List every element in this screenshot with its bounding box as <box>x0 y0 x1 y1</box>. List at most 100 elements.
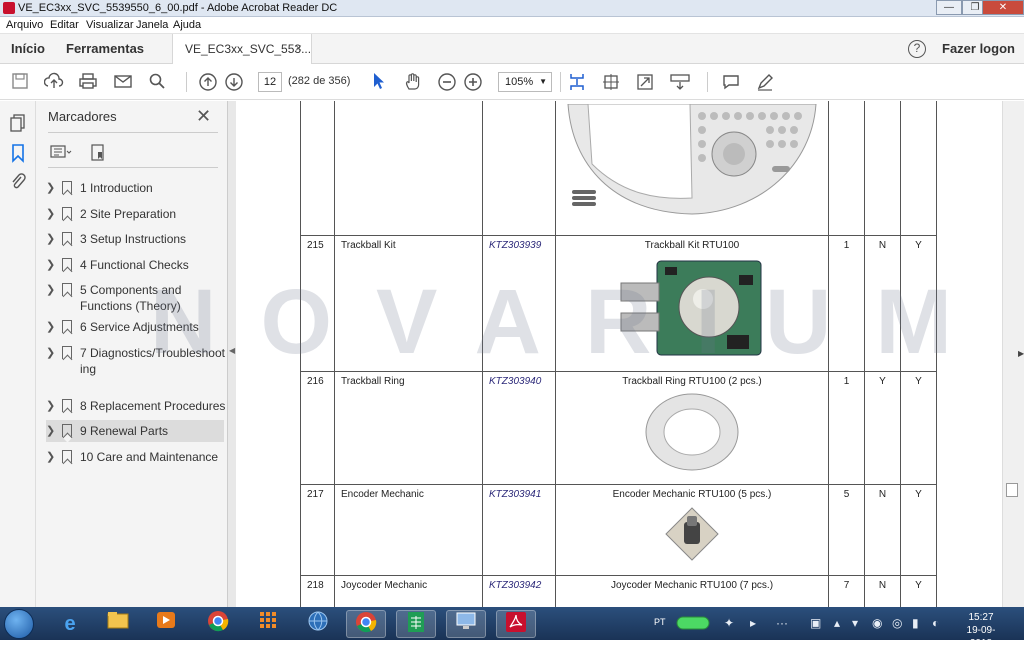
page-number-input[interactable]: 12 <box>258 72 282 92</box>
tab-document[interactable]: VE_EC3xx_SVC_553... × <box>172 34 312 64</box>
chevron-right-icon[interactable]: ❯ <box>46 399 56 412</box>
part-number: 216 <box>300 371 335 485</box>
scrollbar-thumb[interactable] <box>1006 483 1018 497</box>
next-page-icon[interactable] <box>223 72 245 92</box>
table-cell <box>300 101 335 236</box>
tray-app-icon[interactable]: ◎ <box>892 616 902 630</box>
tray-app-icon[interactable]: ◉ <box>872 616 882 630</box>
help-icon[interactable]: ? <box>908 40 926 58</box>
input-language[interactable]: PT <box>654 617 666 627</box>
search-icon[interactable] <box>146 72 168 92</box>
options-menu-icon[interactable] <box>50 144 72 163</box>
menu-ajuda[interactable]: Ajuda <box>173 19 201 31</box>
zoom-in-icon[interactable] <box>462 72 484 92</box>
chevron-right-icon[interactable]: ❯ <box>46 450 56 463</box>
comment-icon[interactable] <box>720 72 742 92</box>
remote-desktop-icon[interactable] <box>446 610 486 638</box>
attachments-icon[interactable] <box>8 171 28 191</box>
toolbar-divider <box>707 72 708 92</box>
chevron-right-icon[interactable]: ❯ <box>46 320 56 333</box>
bookmark-flag-icon <box>62 258 72 271</box>
fullscreen-icon[interactable] <box>634 72 656 92</box>
menu-bar: Arquivo Editar Visualizar Janela Ajuda <box>0 17 1024 34</box>
scroll-mode-icon[interactable] <box>566 72 588 92</box>
table-row: 215 Trackball Kit KTZ303939 Trackball Ki… <box>300 235 937 372</box>
bookmark-flag-icon <box>62 424 72 437</box>
media-player-icon[interactable] <box>146 610 186 638</box>
chevron-right-icon[interactable]: ❯ <box>46 424 56 437</box>
document-view[interactable]: 215 Trackball Kit KTZ303939 Trackball Ki… <box>236 101 1002 607</box>
collapse-arrow-icon[interactable]: ◀ <box>229 346 235 355</box>
menu-janela[interactable]: Janela <box>136 19 168 31</box>
bookmark-label: 10 Care and Maintenance <box>80 450 219 464</box>
internet-explorer-icon[interactable]: e <box>50 610 90 638</box>
chevron-right-icon[interactable]: ❯ <box>46 232 56 245</box>
tray-ellipsis-icon[interactable]: ··· <box>776 616 788 630</box>
part-description: Trackball Ring RTU100 (2 pcs.) <box>622 376 762 387</box>
chevron-right-icon[interactable]: ❯ <box>46 346 56 359</box>
spreadsheet-icon[interactable] <box>396 610 436 638</box>
zoom-out-icon[interactable] <box>436 72 458 92</box>
file-explorer-icon[interactable] <box>98 610 138 638</box>
sign-in-link[interactable]: Fazer logon <box>942 41 1015 56</box>
page-display-icon[interactable] <box>669 72 691 92</box>
tab-tools[interactable]: Ferramentas <box>66 41 144 56</box>
chevron-right-icon[interactable]: ❯ <box>46 207 56 220</box>
sign-pen-icon[interactable] <box>754 72 776 92</box>
part-quantity: 5 <box>828 484 865 576</box>
panel-splitter[interactable]: ◀ <box>228 101 236 607</box>
hand-tool-icon[interactable] <box>402 72 424 92</box>
chevron-right-icon[interactable]: ❯ <box>46 283 56 296</box>
menu-editar[interactable]: Editar <box>50 19 79 31</box>
minimize-button[interactable]: — <box>936 0 962 15</box>
battery-icon[interactable] <box>676 616 712 633</box>
part-code-link[interactable]: KTZ303941 <box>482 484 556 576</box>
bookmarks-icon[interactable] <box>8 143 28 163</box>
part-description: Encoder Mechanic RTU100 (5 pcs.) <box>612 489 772 500</box>
previous-page-icon[interactable] <box>197 72 219 92</box>
start-button[interactable] <box>4 609 34 639</box>
network-icon[interactable]: ▮ <box>912 616 919 630</box>
print-icon[interactable] <box>77 72 99 92</box>
toolbar-divider <box>186 72 187 92</box>
clock-date: 19-09-2018 <box>966 625 996 649</box>
close-panel-icon[interactable]: ✕ <box>196 106 211 127</box>
tab-home[interactable]: Início <box>11 41 45 56</box>
vertical-scrollbar[interactable]: ▶ <box>1002 101 1024 607</box>
page-thumbnails-icon[interactable] <box>8 113 28 133</box>
tray-app-icon[interactable]: ✦ <box>724 616 734 630</box>
part-flag-2: Y <box>900 235 937 372</box>
volume-icon[interactable]: ◐ <box>932 616 939 630</box>
tray-app-icon[interactable]: ▸ <box>750 616 756 630</box>
apps-grid-icon[interactable] <box>248 610 288 638</box>
close-tab-icon[interactable]: × <box>295 41 302 55</box>
fit-page-icon[interactable] <box>600 72 622 92</box>
bookmark-label: 4 Functional Checks <box>80 258 189 272</box>
menu-arquivo[interactable]: Arquivo <box>6 19 43 31</box>
select-cursor-icon[interactable] <box>368 72 390 92</box>
chrome-icon[interactable] <box>198 610 238 638</box>
system-clock[interactable]: 15:27 19-09-2018 <box>956 611 1006 650</box>
new-bookmark-icon[interactable] <box>90 144 108 165</box>
menu-visualizar[interactable]: Visualizar <box>86 19 134 31</box>
bookmark-item-selected[interactable]: ❯ 9 Renewal Parts <box>46 420 224 442</box>
tray-app-icon[interactable]: ▣ <box>810 616 821 630</box>
table-cell <box>334 101 483 236</box>
upload-icon[interactable] <box>43 72 65 92</box>
part-code-link[interactable]: KTZ303942 <box>482 575 556 607</box>
chrome-window-icon[interactable] <box>346 610 386 638</box>
acrobat-taskbar-icon[interactable] <box>496 610 536 638</box>
part-code-link[interactable]: KTZ303939 <box>482 235 556 372</box>
tray-app-icon[interactable]: ▾ <box>852 616 858 630</box>
expand-right-panel-icon[interactable]: ▶ <box>1018 349 1024 358</box>
chevron-right-icon[interactable]: ❯ <box>46 258 56 271</box>
show-hidden-icons[interactable]: ▴ <box>834 616 840 630</box>
email-icon[interactable] <box>112 72 134 92</box>
network-globe-icon[interactable] <box>298 610 338 638</box>
save-icon[interactable] <box>9 72 31 92</box>
chevron-right-icon[interactable]: ❯ <box>46 181 56 194</box>
close-window-button[interactable]: ✕ <box>982 0 1024 15</box>
zoom-level-select[interactable]: 105% ▼ <box>498 72 552 92</box>
part-code-link[interactable]: KTZ303940 <box>482 371 556 485</box>
table-cell <box>864 101 901 236</box>
